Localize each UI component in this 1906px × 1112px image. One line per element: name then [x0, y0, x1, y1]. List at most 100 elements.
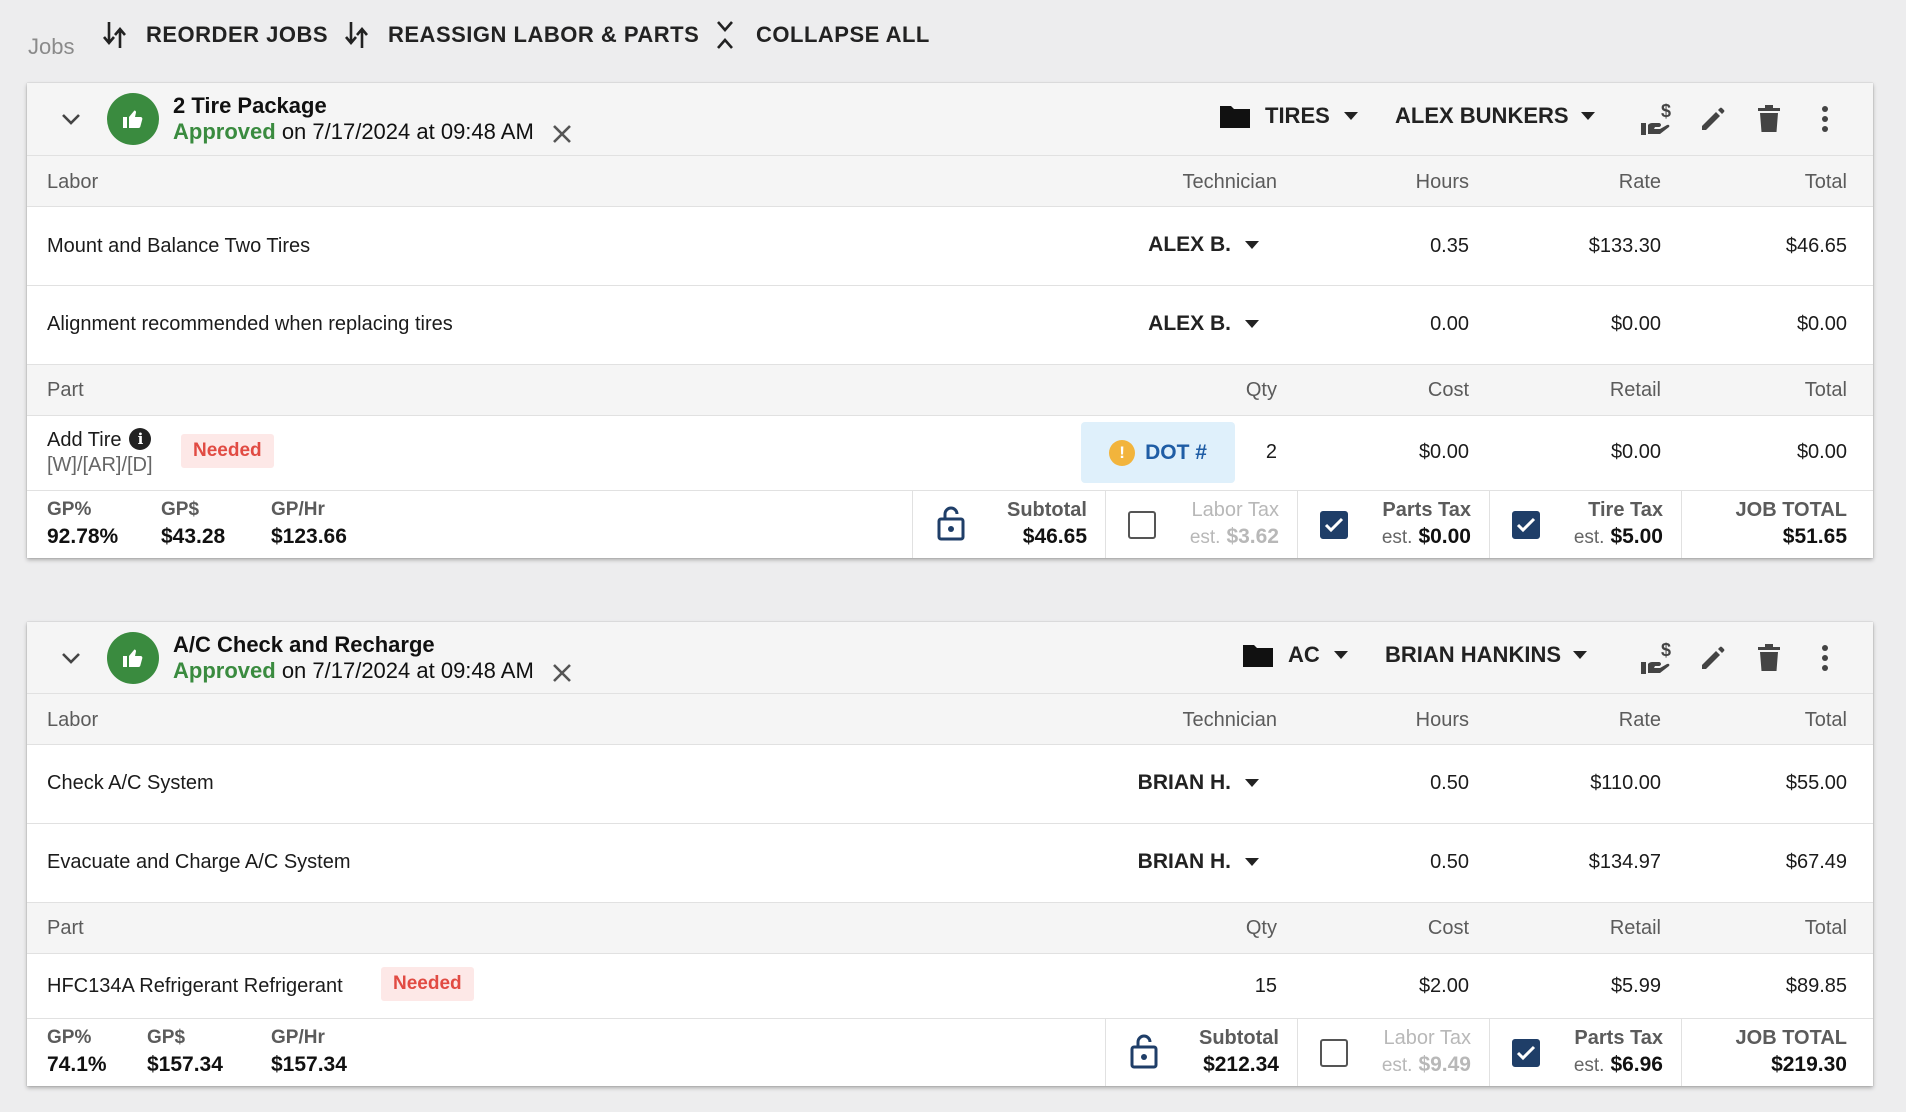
labor-total: $0.00: [1796, 313, 1847, 335]
collapse-all-label: COLLAPSE ALL: [756, 22, 930, 47]
payment-icon[interactable]: $: [1636, 99, 1676, 139]
labor-row[interactable]: Mount and Balance Two Tires ALEX B. 0.35…: [27, 207, 1873, 286]
caret-down-icon: [1580, 112, 1595, 120]
payment-icon[interactable]: $: [1636, 638, 1676, 678]
unlock-icon[interactable]: [1130, 1033, 1158, 1069]
labor-tax-section: Labor Tax est. $3.62: [1105, 491, 1297, 558]
subtotal-section: Subtotal $212.34: [1105, 1019, 1297, 1086]
labor-row[interactable]: Check A/C System BRIAN H. 0.50 $110.00 $…: [27, 745, 1873, 824]
labor-tax-checkbox[interactable]: [1128, 511, 1156, 539]
category-label: AC: [1288, 642, 1320, 667]
est-label: est.: [1381, 527, 1413, 548]
reorder-icon: [103, 22, 126, 48]
edit-pencil-icon[interactable]: [1693, 99, 1733, 139]
job-technician-select[interactable]: ALEX BUNKERS: [1395, 103, 1595, 129]
labor-technician-label: BRIAN H.: [1137, 771, 1231, 794]
folder-icon: [1243, 645, 1273, 667]
status-detail: on 7/17/2024 at 09:48 AM: [281, 119, 534, 144]
caret-down-icon: [1245, 858, 1259, 866]
labor-tax-checkbox[interactable]: [1320, 1039, 1348, 1067]
total-column-header: Total: [1804, 709, 1847, 731]
parts-tax-section: Parts Tax est. $6.96: [1489, 1019, 1681, 1086]
parts-tax-checkbox[interactable]: [1320, 511, 1348, 539]
job-header: 2 Tire Package Approved on 7/17/2024 at …: [27, 83, 1873, 156]
part-row[interactable]: HFC134A Refrigerant Refrigerant Needed 1…: [27, 954, 1873, 1019]
close-icon[interactable]: [549, 121, 575, 147]
close-icon[interactable]: [549, 660, 575, 686]
labor-description: Mount and Balance Two Tires: [47, 235, 311, 257]
warning-icon: !: [1109, 439, 1136, 466]
labor-header-row: Labor Technician Hours Rate Total: [27, 156, 1873, 207]
labor-total: $55.00: [1785, 772, 1847, 794]
edit-pencil-icon[interactable]: [1693, 638, 1733, 678]
labor-technician-select[interactable]: ALEX B.: [1148, 312, 1259, 336]
est-label: est.: [1189, 527, 1221, 548]
reassign-labor-parts-label: REASSIGN LABOR & PARTS: [388, 22, 700, 47]
category-select[interactable]: TIRES: [1219, 103, 1358, 129]
tire-tax-amount: $5.00: [1610, 525, 1663, 548]
tire-tax-section: Tire Tax est. $5.00: [1489, 491, 1681, 558]
labor-hours: 0.50: [1430, 851, 1469, 873]
part-total: $0.00: [1796, 441, 1847, 463]
labor-technician-select[interactable]: BRIAN H.: [1138, 771, 1259, 795]
est-label: est.: [1573, 527, 1605, 548]
parts-tax-checkbox[interactable]: [1512, 1039, 1540, 1067]
reorder-jobs-button[interactable]: REORDER JOBS: [102, 18, 328, 52]
labor-total: $46.65: [1785, 235, 1847, 257]
parts-tax-label: Parts Tax: [1574, 1027, 1663, 1049]
caret-down-icon: [1333, 651, 1348, 659]
dot-number-button[interactable]: ! DOT #: [1081, 422, 1235, 483]
delete-trash-icon[interactable]: [1749, 99, 1789, 139]
labor-header-row: Labor Technician Hours Rate Total: [27, 694, 1873, 745]
part-header-row: Part Qty Cost Retail Total: [27, 365, 1873, 416]
approved-thumbs-up-icon[interactable]: [107, 632, 159, 684]
needed-badge: Needed: [381, 967, 474, 1001]
info-icon[interactable]: i: [129, 428, 152, 450]
labor-row[interactable]: Alignment recommended when replacing tir…: [27, 286, 1873, 365]
chevron-down-icon[interactable]: [57, 644, 85, 672]
part-row[interactable]: Add Tire i [W]/[AR]/[D] Needed ! DOT # 2 …: [27, 416, 1873, 491]
job-title: A/C Check and Recharge: [173, 632, 435, 657]
delete-trash-icon[interactable]: [1749, 638, 1789, 678]
jobs-section-label: Jobs: [28, 34, 75, 59]
labor-row[interactable]: Evacuate and Charge A/C System BRIAN H. …: [27, 824, 1873, 903]
collapse-all-button[interactable]: COLLAPSE ALL: [712, 18, 930, 52]
part-name: HFC134A Refrigerant Refrigerant: [47, 975, 343, 997]
labor-technician-label: ALEX B.: [1148, 312, 1231, 335]
total-column-header: Total: [1804, 171, 1847, 193]
more-vert-icon[interactable]: [1805, 638, 1845, 678]
gp-percent-label: GP%: [47, 499, 92, 520]
labor-hours: 0.00: [1430, 313, 1469, 335]
part-qty: 15: [1254, 975, 1277, 997]
retail-column-header: Retail: [1609, 917, 1661, 939]
labor-rate: $133.30: [1588, 235, 1661, 257]
hours-column-header: Hours: [1415, 709, 1469, 731]
tire-tax-checkbox[interactable]: [1512, 511, 1540, 539]
unlock-icon[interactable]: [937, 505, 965, 541]
chevron-down-icon[interactable]: [57, 105, 85, 133]
labor-total: $67.49: [1785, 851, 1847, 873]
gp-dollar-label: GP$: [161, 499, 200, 520]
labor-rate: $134.97: [1588, 851, 1661, 873]
reassign-labor-parts-button[interactable]: REASSIGN LABOR & PARTS: [344, 18, 699, 52]
labor-description: Check A/C System: [47, 772, 214, 794]
labor-tax-label: Labor Tax: [1383, 1027, 1471, 1049]
more-vert-icon[interactable]: [1805, 99, 1845, 139]
approved-thumbs-up-icon[interactable]: [107, 93, 159, 145]
job-total-section: JOB TOTAL $219.30: [1681, 1019, 1873, 1086]
hours-column-header: Hours: [1415, 171, 1469, 193]
technician-column-header: Technician: [1182, 171, 1277, 193]
gp-percent-label: GP%: [47, 1027, 92, 1048]
technician-column-header: Technician: [1182, 709, 1277, 731]
parts-tax-label: Parts Tax: [1382, 499, 1471, 521]
status-detail: on 7/17/2024 at 09:48 AM: [281, 658, 534, 683]
labor-technician-select[interactable]: ALEX B.: [1148, 233, 1259, 257]
job-technician-label: BRIAN HANKINS: [1385, 642, 1561, 667]
labor-rate: $0.00: [1610, 313, 1661, 335]
labor-column-header: Labor: [47, 709, 99, 731]
job-technician-select[interactable]: BRIAN HANKINS: [1385, 642, 1587, 668]
gp-percent-value: 92.78%: [47, 525, 119, 548]
category-select[interactable]: AC: [1242, 642, 1348, 668]
labor-technician-select[interactable]: BRIAN H.: [1138, 850, 1259, 874]
parts-tax-value: est. $6.96: [1574, 1053, 1663, 1077]
